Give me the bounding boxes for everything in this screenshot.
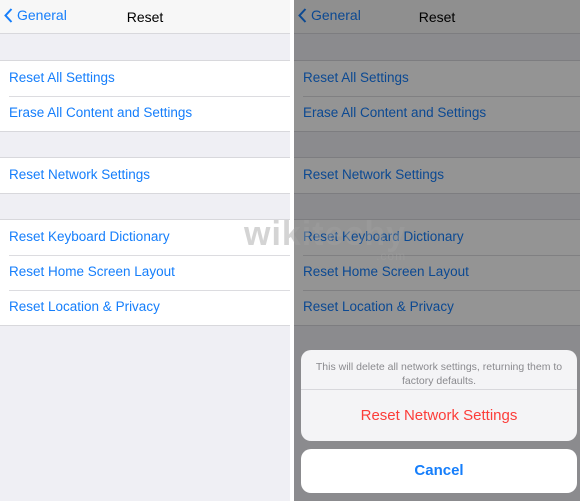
reset-option-row[interactable]: Erase All Content and Settings bbox=[0, 96, 290, 131]
settings-group: Reset All Settings Erase All Content and … bbox=[0, 60, 290, 132]
reset-screen-with-action-sheet: General Reset Reset All Settings Erase All … bbox=[294, 0, 580, 501]
reset-option-row[interactable]: Reset Network Settings bbox=[0, 158, 290, 193]
reset-option-row[interactable]: Reset All Settings bbox=[0, 61, 290, 96]
cancel-button[interactable]: Cancel bbox=[301, 449, 577, 493]
settings-group: Reset Keyboard Dictionary Reset Home Scre… bbox=[0, 219, 290, 326]
nav-bar: General Reset bbox=[0, 0, 290, 34]
confirm-reset-network-button[interactable]: Reset Network Settings bbox=[301, 390, 577, 441]
reset-screen: General Reset Reset All Settings Erase All … bbox=[0, 0, 290, 501]
reset-option-row[interactable]: Reset Home Screen Layout bbox=[0, 255, 290, 290]
action-sheet-message: This will delete all network settings, r… bbox=[301, 350, 577, 390]
reset-option-row[interactable]: Reset Keyboard Dictionary bbox=[0, 220, 290, 255]
action-sheet: This will delete all network settings, r… bbox=[301, 350, 577, 441]
settings-group: Reset Network Settings bbox=[0, 157, 290, 194]
reset-option-row[interactable]: Reset Location & Privacy bbox=[0, 290, 290, 325]
page-title: Reset bbox=[126, 9, 164, 25]
